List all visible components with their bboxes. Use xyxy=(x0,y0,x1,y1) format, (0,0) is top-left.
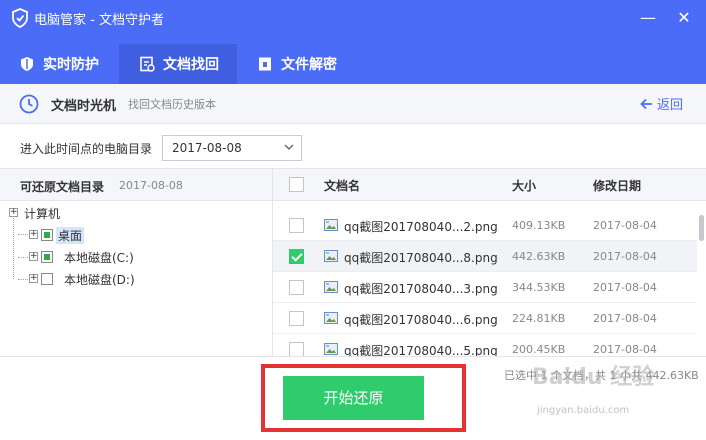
table-row[interactable]: qq截图201708040...5.png 200.45KB 2017-08-0… xyxy=(273,334,697,357)
directory-label: 进入此时间点的电脑目录 xyxy=(20,142,153,156)
file-date: 2017-08-04 xyxy=(593,312,657,325)
tree-checkbox-drive-c[interactable] xyxy=(41,251,53,263)
file-list-scrollbar[interactable] xyxy=(697,201,706,357)
tree-date: 2017-08-08 xyxy=(119,179,183,192)
file-date: 2017-08-04 xyxy=(593,219,657,232)
restore-tree-pane: 可还原文档目录 2017-08-08 + 计算机 + 桌面 + 本地磁盘(C:)… xyxy=(0,168,273,356)
image-file-icon xyxy=(324,343,338,355)
tab-label: 文件解密 xyxy=(281,57,337,73)
title-bar: 电脑管家 - 文档守护者 — ✕ xyxy=(0,0,706,36)
date-select-value: 2017-08-08 xyxy=(172,141,242,155)
image-file-icon xyxy=(324,219,338,231)
file-name: qq截图201708040...3.png xyxy=(344,282,498,296)
baidu-watermark: Baidu 经验 xyxy=(532,365,655,390)
column-date[interactable]: 修改日期 xyxy=(593,177,641,194)
baidu-watermark-url: jingyan.baidu.com xyxy=(537,405,630,416)
table-row[interactable]: qq截图201708040...8.png 442.63KB 2017-08-0… xyxy=(273,241,697,272)
file-list-pane: 文档名 大小 修改日期 qq截图201708040...2.png 409.13… xyxy=(273,168,706,357)
tree-node-computer[interactable]: 计算机 xyxy=(24,205,60,222)
directory-row: 进入此时间点的电脑目录 2017-08-08 xyxy=(0,124,706,168)
minimize-button[interactable]: — xyxy=(636,6,660,30)
file-name: qq截图201708040...6.png xyxy=(344,313,498,327)
back-label: 返回 xyxy=(657,98,684,113)
arrow-left-icon xyxy=(640,98,652,109)
file-size: 224.81KB xyxy=(512,312,566,325)
main-tabs: 实时防护 文档找回 文件解密 xyxy=(0,36,706,84)
footer-bar: 已选中 1 个文档，共 1 小共 442.63KB 开始还原 Baidu 经验 … xyxy=(0,356,706,440)
file-date: 2017-08-04 xyxy=(593,343,657,356)
doc-recover-icon xyxy=(140,56,155,72)
tree-expander-icon[interactable]: + xyxy=(29,274,38,283)
tree-title: 可还原文档目录 xyxy=(20,180,105,194)
clock-icon xyxy=(19,94,39,114)
chevron-down-icon xyxy=(284,144,294,150)
tree-node-desktop[interactable]: 桌面 xyxy=(56,227,85,244)
start-restore-button[interactable]: 开始还原 xyxy=(283,376,424,420)
image-file-icon xyxy=(324,250,338,262)
tab-document-recovery[interactable]: 文档找回 xyxy=(119,44,237,84)
tab-label: 文档找回 xyxy=(163,57,219,73)
tree-expander-icon[interactable]: + xyxy=(9,208,18,217)
file-size: 442.63KB xyxy=(512,250,566,263)
tree-checkbox-drive-d[interactable] xyxy=(41,273,53,285)
row-checkbox[interactable] xyxy=(289,249,304,264)
file-name: qq截图201708040...8.png xyxy=(344,251,498,265)
file-size: 409.13KB xyxy=(512,219,566,232)
file-size: 344.53KB xyxy=(512,281,566,294)
window-title: 电脑管家 - 文档守护者 xyxy=(34,13,164,28)
tree-expander-icon[interactable]: + xyxy=(29,230,38,239)
tab-realtime-protection[interactable]: 实时防护 xyxy=(0,44,119,84)
row-checkbox[interactable] xyxy=(289,280,304,295)
row-checkbox[interactable] xyxy=(289,342,304,357)
close-button[interactable]: ✕ xyxy=(672,6,696,30)
select-all-checkbox[interactable] xyxy=(289,177,304,192)
table-row[interactable]: qq截图201708040...2.png 409.13KB 2017-08-0… xyxy=(273,210,697,241)
file-name: qq截图201708040...2.png xyxy=(344,220,498,234)
tab-file-decrypt[interactable]: 文件解密 xyxy=(237,44,355,84)
file-name: qq截图201708040...5.png xyxy=(344,344,498,357)
decrypt-icon xyxy=(259,57,271,71)
table-row[interactable]: qq截图201708040...6.png 224.81KB 2017-08-0… xyxy=(273,303,697,334)
tab-label: 实时防护 xyxy=(43,57,99,73)
table-row[interactable]: qq截图201708040...3.png 344.53KB 2017-08-0… xyxy=(273,272,697,303)
column-size[interactable]: 大小 xyxy=(512,177,536,194)
file-size: 200.45KB xyxy=(512,343,566,356)
date-select[interactable]: 2017-08-08 xyxy=(162,135,302,161)
file-list-header: 文档名 大小 修改日期 xyxy=(273,169,706,201)
scrollbar-thumb[interactable] xyxy=(699,215,704,241)
row-checkbox[interactable] xyxy=(289,218,304,233)
tree-expander-icon[interactable]: + xyxy=(29,252,38,261)
sub-header: 文档时光机 找回文档历史版本 返回 xyxy=(0,84,706,124)
file-date: 2017-08-04 xyxy=(593,281,657,294)
tree-header: 可还原文档目录 2017-08-08 xyxy=(0,169,272,201)
back-button[interactable]: 返回 xyxy=(640,94,683,113)
page-description: 找回文档历史版本 xyxy=(128,98,216,111)
column-name[interactable]: 文档名 xyxy=(324,177,360,194)
shield-icon xyxy=(21,57,33,71)
image-file-icon xyxy=(324,312,338,324)
shield-logo-icon xyxy=(12,8,28,28)
page-title: 文档时光机 xyxy=(51,99,117,114)
tree-node-drive-c[interactable]: 本地磁盘(C:) xyxy=(64,249,134,266)
tree-checkbox-desktop[interactable] xyxy=(41,229,53,241)
file-date: 2017-08-04 xyxy=(593,250,657,263)
image-file-icon xyxy=(324,281,338,293)
tree-node-drive-d[interactable]: 本地磁盘(D:) xyxy=(64,271,135,288)
row-checkbox[interactable] xyxy=(289,311,304,326)
